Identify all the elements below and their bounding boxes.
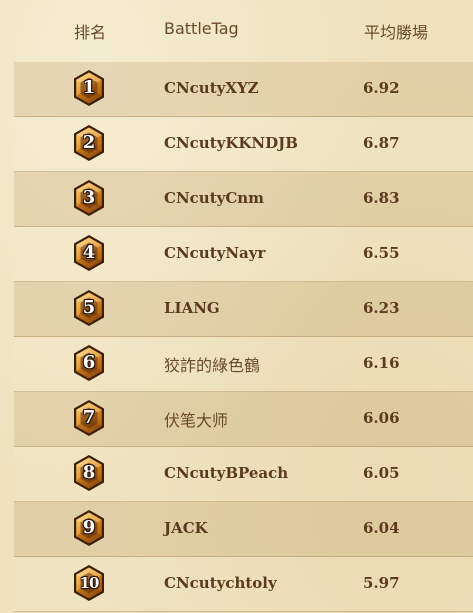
player-battletag[interactable]: 伏笔大师 bbox=[164, 407, 228, 431]
leaderboard-row: 3 CNcutyCnm 6.83 bbox=[14, 172, 473, 227]
rank-column-header: 排名 bbox=[74, 23, 107, 42]
leaderboard-row: 9 JACK 6.04 bbox=[14, 502, 473, 557]
leaderboard-row: 1 CNcutyXYZ 6.92 bbox=[14, 62, 473, 117]
avg-wins-value: 6.16 bbox=[363, 354, 400, 372]
leaderboard-header: 排名 BattleTag 平均勝場 bbox=[0, 0, 473, 62]
rank-hexagon-icon: 9 bbox=[73, 509, 105, 547]
avg-wins-value: 6.04 bbox=[363, 519, 400, 537]
rank-hexagon-icon: 3 bbox=[73, 179, 105, 217]
avg-wins-value: 6.23 bbox=[363, 299, 400, 317]
leaderboard-row: 10 CNcutychtoly 5.97 bbox=[14, 557, 473, 612]
rank-hexagon-icon: 10 bbox=[73, 564, 105, 602]
rank-hexagon-icon: 6 bbox=[73, 344, 105, 382]
rank-number: 8 bbox=[82, 462, 96, 483]
rank-number: 6 bbox=[82, 352, 96, 373]
avg-wins-value: 6.83 bbox=[363, 189, 400, 207]
rank-number: 5 bbox=[82, 297, 96, 318]
player-battletag[interactable]: CNcutyKKNDJB bbox=[164, 134, 298, 152]
avg-wins-value: 6.87 bbox=[363, 134, 400, 152]
leaderboard-row: 4 CNcutyNayr 6.55 bbox=[14, 227, 473, 282]
rank-hexagon-icon: 5 bbox=[73, 289, 105, 327]
rank-number: 4 bbox=[82, 242, 96, 263]
rank-number: 1 bbox=[82, 77, 96, 98]
rank-number: 3 bbox=[82, 187, 96, 208]
leaderboard-table: 1 CNcutyXYZ 6.92 2 CNcutyKKNDJB 6.87 3 CNcutyCn… bbox=[14, 62, 473, 612]
rank-hexagon-icon: 4 bbox=[73, 234, 105, 272]
avg-wins-value: 5.97 bbox=[363, 574, 400, 592]
rank-hexagon-icon: 7 bbox=[73, 399, 105, 437]
rank-hexagon-icon: 8 bbox=[73, 454, 105, 492]
avg-wins-value: 6.92 bbox=[363, 79, 400, 97]
avg-wins-column-header: 平均勝場 bbox=[364, 23, 429, 42]
leaderboard-row: 7 伏笔大师 6.06 bbox=[14, 392, 473, 447]
rank-number: 9 bbox=[82, 517, 96, 538]
rank-number: 10 bbox=[79, 574, 100, 592]
avg-wins-value: 6.55 bbox=[363, 244, 400, 262]
rank-hexagon-icon: 2 bbox=[73, 124, 105, 162]
avg-wins-value: 6.05 bbox=[363, 464, 400, 482]
avg-wins-value: 6.06 bbox=[363, 409, 400, 427]
player-battletag[interactable]: CNcutyNayr bbox=[164, 244, 265, 262]
rank-number: 2 bbox=[82, 132, 96, 153]
player-battletag[interactable]: CNcutychtoly bbox=[164, 574, 277, 592]
battletag-column-header: BattleTag bbox=[164, 19, 239, 38]
player-battletag[interactable]: CNcutyCnm bbox=[164, 189, 264, 207]
player-battletag[interactable]: 狡詐的綠色鶴 bbox=[164, 352, 260, 376]
leaderboard-row: 5 LIANG 6.23 bbox=[14, 282, 473, 337]
leaderboard-row: 6 狡詐的綠色鶴 6.16 bbox=[14, 337, 473, 392]
leaderboard-row: 2 CNcutyKKNDJB 6.87 bbox=[14, 117, 473, 172]
leaderboard-row: 8 CNcutyBPeach 6.05 bbox=[14, 447, 473, 502]
player-battletag[interactable]: LIANG bbox=[164, 299, 220, 317]
player-battletag[interactable]: CNcutyBPeach bbox=[164, 464, 288, 482]
rank-hexagon-icon: 1 bbox=[73, 69, 105, 107]
player-battletag[interactable]: CNcutyXYZ bbox=[164, 79, 259, 97]
rank-number: 7 bbox=[82, 407, 96, 428]
player-battletag[interactable]: JACK bbox=[164, 519, 208, 537]
